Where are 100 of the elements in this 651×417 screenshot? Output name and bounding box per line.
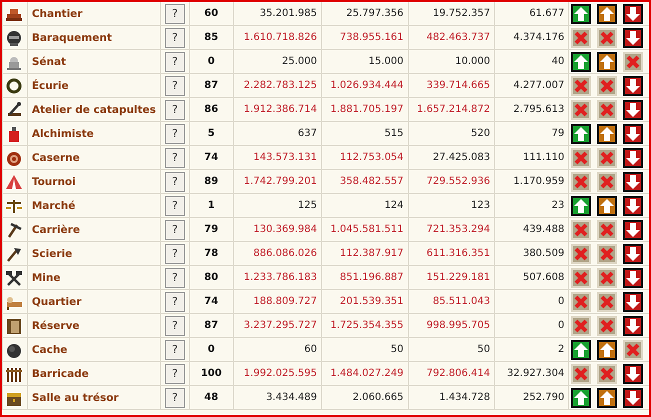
up-arrow-button[interactable] bbox=[571, 124, 592, 144]
level-value: 78 bbox=[204, 248, 218, 259]
cost-value: 2.282.783.125 bbox=[244, 80, 317, 91]
amount-value: 79 bbox=[552, 128, 564, 139]
help-button[interactable]: ? bbox=[164, 4, 185, 24]
help-button[interactable]: ? bbox=[164, 52, 185, 72]
cost-value: 15.000 bbox=[368, 56, 404, 67]
cost-value: 112.387.917 bbox=[340, 248, 404, 259]
level-value: 89 bbox=[204, 176, 218, 187]
down-arrow-button[interactable] bbox=[623, 148, 644, 168]
up-arrow-button[interactable] bbox=[571, 388, 592, 408]
cost-value: 188.809.727 bbox=[253, 296, 317, 307]
building-link[interactable]: Tournoi bbox=[32, 176, 76, 188]
building-link[interactable]: Scierie bbox=[32, 248, 72, 260]
amount-value: 40 bbox=[552, 56, 564, 67]
help-button[interactable]: ? bbox=[164, 76, 185, 96]
cost-value: 851.196.887 bbox=[340, 272, 404, 283]
down-arrow-button[interactable] bbox=[623, 292, 644, 312]
building-link[interactable]: Mine bbox=[32, 272, 60, 284]
building-link[interactable]: Caserne bbox=[32, 152, 80, 164]
amount-value: 439.488 bbox=[522, 224, 564, 235]
down-arrow-button[interactable] bbox=[623, 244, 644, 264]
amount-value: 32.927.304 bbox=[507, 368, 564, 379]
down-arrow-button[interactable] bbox=[623, 388, 644, 408]
pickaxe-icon bbox=[5, 220, 23, 238]
help-button[interactable]: ? bbox=[164, 268, 185, 288]
help-button[interactable]: ? bbox=[164, 28, 185, 48]
cost-value: 1.881.705.197 bbox=[330, 104, 404, 115]
up-arrow-button[interactable] bbox=[597, 340, 618, 360]
up-arrow-button[interactable] bbox=[571, 52, 592, 72]
cost-value: 19.752.357 bbox=[432, 8, 490, 19]
help-button[interactable]: ? bbox=[164, 388, 185, 408]
level-value: 85 bbox=[204, 32, 218, 43]
up-arrow-button[interactable] bbox=[571, 4, 592, 24]
down-arrow-button[interactable] bbox=[623, 316, 644, 336]
down-arrow-button[interactable] bbox=[623, 28, 644, 48]
building-link[interactable]: Sénat bbox=[32, 56, 66, 68]
help-button[interactable]: ? bbox=[164, 124, 185, 144]
cost-value: 27.425.083 bbox=[432, 152, 490, 163]
down-arrow-button[interactable] bbox=[623, 76, 644, 96]
cost-value: 3.237.295.727 bbox=[244, 320, 317, 331]
cost-value: 339.714.665 bbox=[426, 80, 490, 91]
cost-value: 123 bbox=[471, 200, 490, 211]
help-button[interactable]: ? bbox=[164, 244, 185, 264]
down-arrow-button[interactable] bbox=[623, 172, 644, 192]
amount-value: 111.110 bbox=[522, 152, 564, 163]
cost-value: 2.060.665 bbox=[352, 392, 404, 403]
amount-value: 1.170.959 bbox=[513, 176, 564, 187]
down-arrow-button[interactable] bbox=[623, 364, 644, 384]
help-button[interactable]: ? bbox=[164, 292, 185, 312]
help-button[interactable]: ? bbox=[164, 340, 185, 360]
down-arrow-button[interactable] bbox=[623, 100, 644, 120]
help-button[interactable]: ? bbox=[164, 196, 185, 216]
up-arrow-button[interactable] bbox=[597, 196, 618, 216]
building-link[interactable]: Écurie bbox=[32, 80, 69, 92]
help-button[interactable]: ? bbox=[164, 100, 185, 120]
cost-value: 637 bbox=[298, 128, 317, 139]
cost-value: 151.229.181 bbox=[426, 272, 490, 283]
help-button[interactable]: ? bbox=[164, 172, 185, 192]
building-link[interactable]: Quartier bbox=[32, 296, 82, 308]
up-arrow-button[interactable] bbox=[571, 340, 592, 360]
building-link[interactable]: Cache bbox=[32, 344, 68, 356]
down-arrow-button[interactable] bbox=[623, 124, 644, 144]
cost-value: 50 bbox=[477, 344, 490, 355]
building-link[interactable]: Chantier bbox=[32, 8, 82, 20]
down-arrow-button[interactable] bbox=[623, 268, 644, 288]
cost-value: 1.045.581.511 bbox=[330, 224, 404, 235]
cost-value: 60 bbox=[304, 344, 317, 355]
horseshoe-icon bbox=[5, 76, 23, 94]
help-button[interactable]: ? bbox=[164, 364, 185, 384]
level-value: 0 bbox=[208, 344, 215, 355]
cost-value: 50 bbox=[390, 344, 404, 355]
cost-value: 125 bbox=[298, 200, 317, 211]
down-arrow-button[interactable] bbox=[623, 196, 644, 216]
level-value: 100 bbox=[200, 368, 222, 379]
up-arrow-button[interactable] bbox=[597, 124, 618, 144]
amount-value: 4.277.007 bbox=[513, 80, 564, 91]
down-arrow-button[interactable] bbox=[623, 220, 644, 240]
help-button[interactable]: ? bbox=[164, 316, 185, 336]
level-value: 86 bbox=[204, 104, 218, 115]
building-link[interactable]: Réserve bbox=[32, 320, 80, 332]
cost-value: 143.573.131 bbox=[253, 152, 317, 163]
amount-value: 2 bbox=[558, 344, 564, 355]
cost-value: 1.434.728 bbox=[439, 392, 490, 403]
help-button[interactable]: ? bbox=[164, 220, 185, 240]
up-arrow-button[interactable] bbox=[571, 196, 592, 216]
help-button[interactable]: ? bbox=[164, 148, 185, 168]
cost-value: 482.463.737 bbox=[426, 32, 490, 43]
down-arrow-button[interactable] bbox=[623, 4, 644, 24]
level-value: 5 bbox=[208, 128, 215, 139]
up-arrow-button[interactable] bbox=[597, 4, 618, 24]
up-arrow-button[interactable] bbox=[597, 388, 618, 408]
cost-value: 25.797.356 bbox=[346, 8, 404, 19]
cost-value: 1.484.027.249 bbox=[330, 368, 404, 379]
up-arrow-button[interactable] bbox=[597, 52, 618, 72]
building-link[interactable]: Marché bbox=[32, 200, 76, 212]
amount-value: 380.509 bbox=[522, 248, 564, 259]
cost-value: 1.657.214.872 bbox=[416, 104, 490, 115]
amount-value: 252.790 bbox=[522, 392, 564, 403]
building-link[interactable]: Carrière bbox=[32, 224, 80, 236]
